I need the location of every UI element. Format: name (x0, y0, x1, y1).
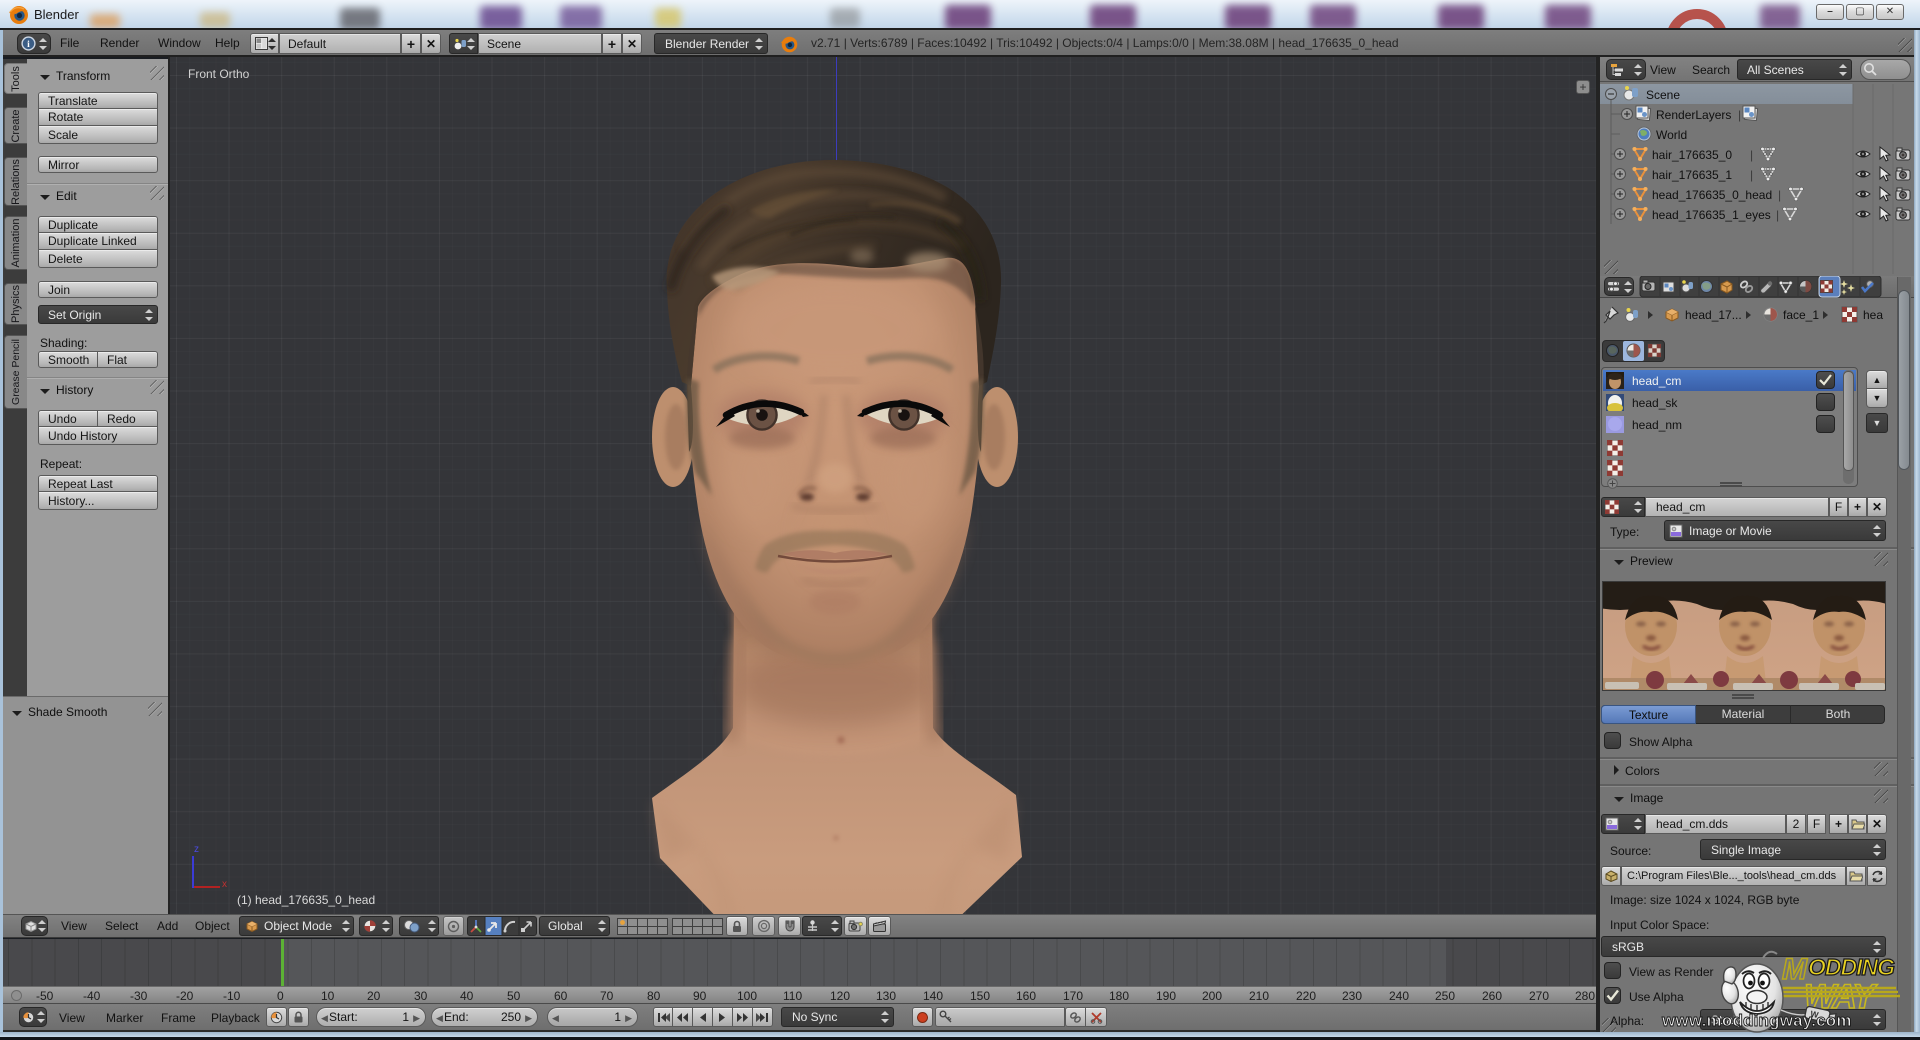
svg-text:|: | (1776, 208, 1779, 222)
svg-text:head_176635_1_eyes: head_176635_1_eyes (1652, 208, 1771, 222)
svg-text:head_176635_0_head: head_176635_0_head (1652, 188, 1772, 202)
svg-text:hair_176635_0: hair_176635_0 (1652, 148, 1732, 162)
svg-text:hea: hea (1863, 308, 1883, 322)
svg-text:head_17...: head_17... (1685, 308, 1742, 322)
svg-text:face_1: face_1 (1783, 308, 1819, 322)
svg-text:|: | (1750, 148, 1753, 162)
svg-text:World: World (1656, 128, 1687, 142)
svg-text:i: i (27, 40, 30, 50)
svg-text:ODDING: ODDING (1808, 954, 1895, 980)
svg-text:hair_176635_1: hair_176635_1 (1652, 168, 1732, 182)
svg-text:|: | (1738, 108, 1741, 122)
svg-text:RenderLayers: RenderLayers (1656, 108, 1731, 122)
svg-text:|: | (1778, 188, 1781, 202)
svg-text:Scene: Scene (1646, 88, 1680, 102)
svg-text:|: | (1750, 168, 1753, 182)
svg-text:www.moddingway.com: www.moddingway.com (1661, 1011, 1852, 1030)
